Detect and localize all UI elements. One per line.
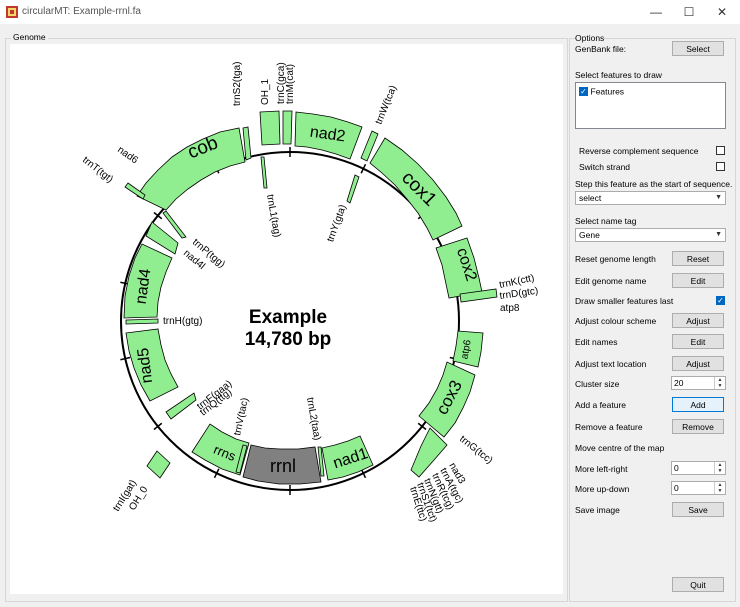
name-tag-label: Select name tag: [575, 216, 637, 226]
switch-strand-checkbox[interactable]: [716, 162, 725, 171]
label-trnL2: trnL2(taa): [304, 397, 322, 442]
label-trnW: trnW(tca): [374, 84, 400, 126]
move-centre-label: Move centre of the map: [575, 443, 665, 453]
feature-trnI[interactable]: [146, 450, 171, 479]
label-trnM: trnM(cat): [285, 64, 296, 104]
genome-canvas[interactable]: cob nad2 cox1 cox2 atp6 cox3 nad1 rrnl r…: [10, 44, 563, 594]
left-right-label: More left-right: [575, 464, 628, 474]
up-down-label: More up-down: [575, 484, 630, 494]
select-file-button[interactable]: Select: [672, 41, 724, 56]
label-atp8: atp8: [500, 303, 520, 314]
window-title: circularMT: Example-rrnl.fa: [22, 6, 141, 17]
close-button[interactable]: ✕: [708, 4, 736, 20]
feature-trnY[interactable]: [346, 174, 360, 204]
switch-strand-label: Switch strand: [579, 162, 631, 172]
edit-names-button[interactable]: Edit: [672, 334, 724, 349]
adjust-text-location-button[interactable]: Adjust: [672, 356, 724, 371]
reset-length-button[interactable]: Reset: [672, 251, 724, 266]
remove-feature-button[interactable]: Remove: [672, 419, 724, 434]
options-group-label: Options: [575, 33, 605, 43]
adjust-colour-button[interactable]: Adjust: [672, 313, 724, 328]
draw-smaller-checkbox[interactable]: ✓: [716, 296, 725, 305]
cluster-size-value: 20: [674, 378, 684, 388]
label-trnS2: trnS2(tga): [232, 62, 243, 106]
features-label: Select features to draw: [575, 70, 662, 80]
name-tag-value: Gene: [579, 230, 600, 240]
features-item[interactable]: ✓ Features: [579, 86, 624, 97]
left-right-value: 0: [674, 463, 679, 473]
app-icon: [6, 6, 18, 18]
feature-trnH[interactable]: [125, 318, 159, 325]
remove-feature-label: Remove a feature: [575, 422, 643, 432]
reset-length-label: Reset genome length: [575, 254, 656, 264]
label-trnL1: trnL1(tag): [264, 194, 282, 239]
genbank-file-label: GenBank file:: [575, 44, 627, 54]
features-listbox[interactable]: ✓ Features: [575, 82, 726, 129]
features-checkbox[interactable]: ✓: [579, 87, 588, 97]
title-bar: circularMT: Example-rrnl.fa — ☐ ✕: [0, 0, 740, 24]
feature-OH_1[interactable]: [259, 110, 281, 146]
chevron-down-icon: ▼: [715, 194, 722, 201]
draw-smaller-label: Draw smaller features last: [575, 296, 674, 306]
save-image-label: Save image: [575, 505, 620, 515]
minimize-button[interactable]: —: [642, 4, 670, 20]
label-nad6: nad6: [115, 144, 140, 166]
feature-trnC-trnM[interactable]: [282, 110, 293, 145]
genome-name[interactable]: Example: [249, 307, 327, 328]
stepper-arrows-icon[interactable]: ▲ ▼: [714, 462, 725, 474]
up-down-value: 0: [674, 483, 679, 493]
text-location-label: Adjust text location: [575, 359, 647, 369]
label-trnG: trnG(tcc): [457, 434, 494, 467]
edit-names-label: Edit names: [575, 337, 618, 347]
feature-trnF-trnQ[interactable]: [165, 392, 197, 420]
genome-group-label: Genome: [11, 32, 48, 42]
features-item-label: Features: [590, 86, 625, 97]
genome-length: 14,780 bp: [245, 329, 332, 350]
feature-trnS2[interactable]: [242, 126, 252, 161]
add-feature-label: Add a feature: [575, 400, 627, 410]
chevron-down-icon: ▼: [715, 231, 722, 238]
cluster-size-label: Cluster size: [575, 379, 620, 389]
stepper-arrows-icon[interactable]: ▲ ▼: [714, 377, 725, 389]
feature-trnL1[interactable]: [260, 156, 268, 189]
name-tag-select[interactable]: Gene ▼: [575, 228, 726, 242]
start-feature-value: select: [579, 193, 602, 203]
feature-cob[interactable]: [136, 127, 246, 211]
stepper-arrows-icon[interactable]: ▲ ▼: [714, 482, 725, 494]
label-trnT: trnT(tgt): [80, 155, 115, 186]
colour-scheme-label: Adjust colour scheme: [575, 316, 657, 326]
left-right-stepper[interactable]: 0 ▲ ▼: [671, 461, 726, 475]
circular-map[interactable]: cob nad2 cox1 cox2 atp6 cox3 nad1 rrnl r…: [10, 44, 563, 594]
cluster-size-stepper[interactable]: 20 ▲ ▼: [671, 376, 726, 390]
start-feature-select[interactable]: select ▼: [575, 191, 726, 205]
save-image-button[interactable]: Save: [672, 502, 724, 517]
quit-button[interactable]: Quit: [672, 577, 724, 592]
add-feature-button[interactable]: Add: [672, 397, 724, 412]
edit-genome-button[interactable]: Edit: [672, 273, 724, 288]
start-feature-label: Step this feature as the start of sequen…: [575, 179, 733, 189]
reverse-complement-label: Reverse complement sequence: [579, 146, 699, 156]
label-trnH: trnH(gtg): [163, 316, 202, 327]
label-trnY: trnY(gta): [325, 203, 349, 243]
up-down-stepper[interactable]: 0 ▲ ▼: [671, 481, 726, 495]
maximize-button[interactable]: ☐: [675, 4, 703, 20]
edit-genome-label: Edit genome name: [575, 276, 647, 286]
label-rrnl: rrnl: [270, 456, 296, 476]
label-trnV: trnV(tac): [232, 397, 251, 437]
reverse-complement-checkbox[interactable]: [716, 146, 725, 155]
label-OH_1: OH_1: [260, 78, 271, 105]
